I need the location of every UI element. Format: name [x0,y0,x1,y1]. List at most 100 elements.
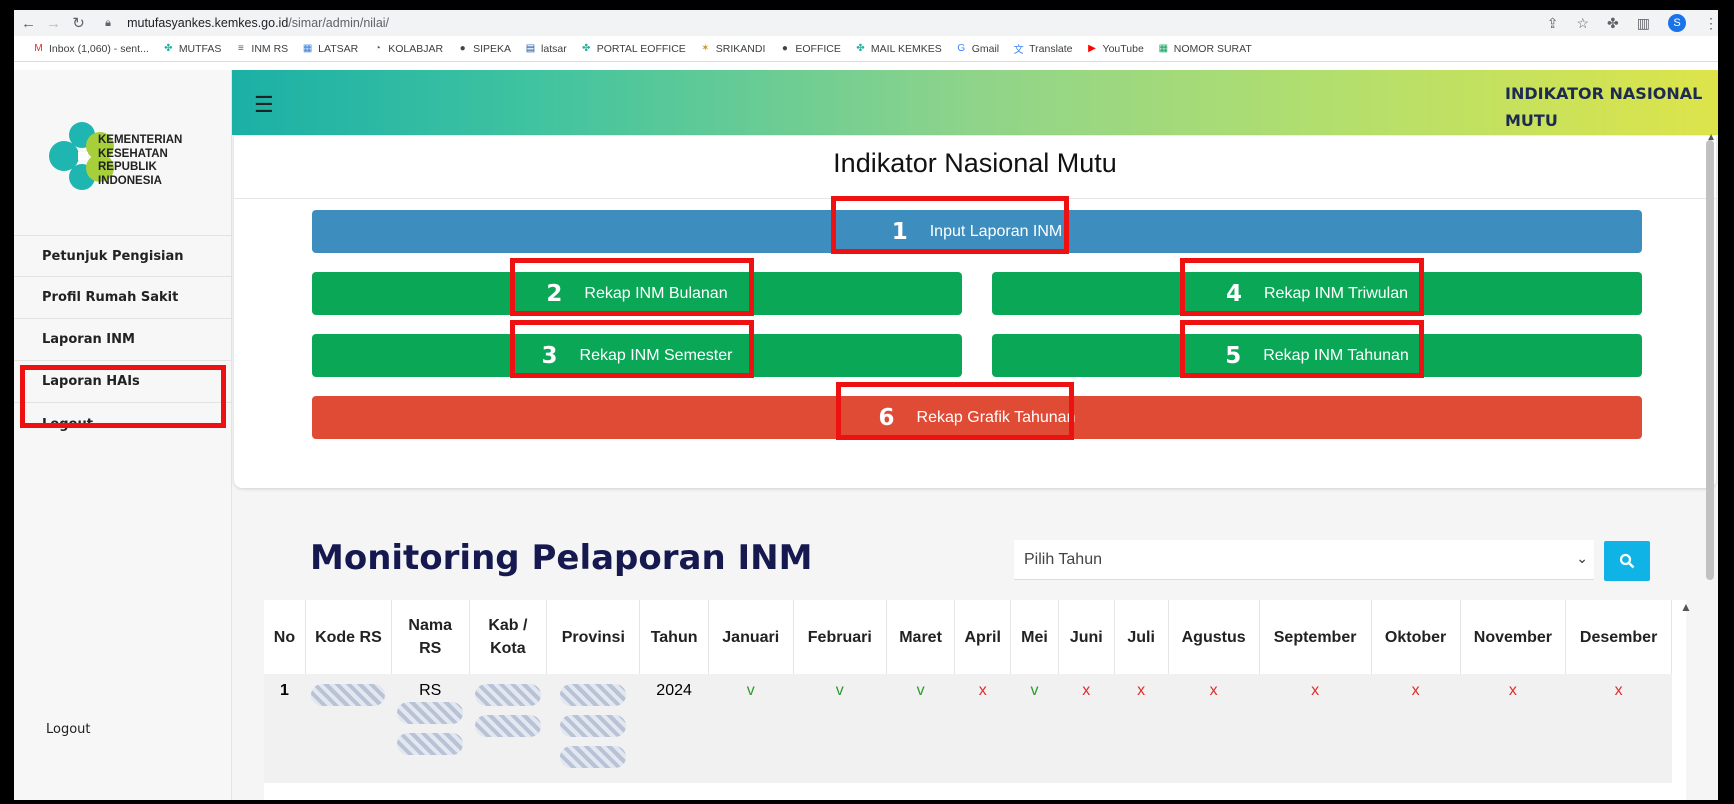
url-host: mutufasyankes.kemkes.go.id [127,16,289,30]
sidebar-item-petunjuk-pengisian[interactable]: Petunjuk Pengisian [14,235,232,277]
cell-no: 1 [264,674,306,783]
logo-line: KEMENTERIAN [98,134,183,146]
column-header: Tahun [639,600,709,674]
redacted-blur [311,684,386,706]
cell-provinsi [546,674,641,783]
monitoring-table: No Kode RS Nama RS Kab / Kota Provinsi Tahun J… [264,600,1672,783]
profile-avatar[interactable]: S [1667,14,1686,32]
bookmark-label: YouTube [1102,42,1144,55]
year-select[interactable]: Pilih Tahun ⌄ [1014,540,1594,580]
search-button[interactable] [1604,541,1650,581]
cell-kab-kota [469,674,548,783]
highlight-box [1180,258,1424,316]
kemkes-icon: ✤ [582,43,591,54]
bookmark-item[interactable]: G Gmail [955,42,999,55]
highlight-box [510,258,754,316]
bookmark-item[interactable]: ✤ MUTFAS [162,42,221,55]
bookmark-item[interactable]: ✤ PORTAL EOFFICE [580,42,686,55]
kemkes-icon: ✤ [164,43,173,54]
cell-kode-rs [305,674,392,783]
bookmark-item[interactable]: ▤ latsar [524,42,567,55]
header-title-line1: INDIKATOR NASIONAL [1505,84,1703,103]
cell-month-status: x [1371,674,1461,783]
bookmark-label: Inbox (1,060) - sent... [49,42,149,55]
cell-month-status: v [1010,674,1059,783]
column-header: Oktober [1371,600,1461,674]
cell-month-status: v [793,674,887,783]
url-path: /simar/admin/nilai/ [288,16,390,30]
logo-text: KEMENTERIAN KESEHATAN REPUBLIK INDONESIA [98,134,182,188]
bookmark-label: PORTAL EOFFICE [596,42,686,55]
kolabjar-icon: ◔ [374,43,381,54]
column-header: April [954,600,1012,674]
globe-icon: ● [459,43,466,54]
sidebar-item-profil-rumah-sakit[interactable]: Profil Rumah Sakit [14,277,232,319]
menu-kebab-icon[interactable]: ⋮ [1704,15,1718,32]
bookmark-item[interactable]: ≡ INM RS [234,42,288,55]
column-header: November [1460,600,1567,674]
column-header: No [264,600,306,674]
reload-icon[interactable]: ↻ [68,14,89,32]
browser-toolbar: ← → ↻ 🔒︎ mutufasyankes.kemkes.go.id/sima… [14,10,1718,36]
bookmark-label: SIPEKA [473,42,512,55]
table-scroll-up-icon[interactable]: ▲ [1680,600,1692,614]
logo-line: REPUBLIK [98,161,157,173]
google-icon: G [957,43,966,54]
bookmark-item[interactable]: ● EOFFICE [778,42,841,55]
bookmark-item[interactable]: ✤ MAIL KEMKES [854,42,942,55]
redacted-blur [397,702,464,724]
bookmark-item[interactable]: ▦ NOMOR SURAT [1157,42,1252,55]
app-container: ☰ INDIKATOR NASIONAL MUTU KEMENTERIAN KE… [14,70,1718,800]
globe-icon: ● [781,43,788,54]
sheet-icon: ▦ [1158,43,1169,54]
share-icon[interactable]: ⇪ [1547,15,1559,32]
inm-icon: ≡ [237,43,244,54]
extensions-icon[interactable]: ✤ [1607,15,1619,32]
gmail-icon: M [34,43,43,54]
highlight-box [510,320,754,378]
year-select-value: Pilih Tahun [1024,550,1102,568]
sidebar: KEMENTERIAN KESEHATAN REPUBLIK INDONESIA… [14,70,232,800]
header-title-line2: MUTU [1505,111,1558,130]
cell-month-status: x [1565,674,1672,783]
bookmark-item[interactable]: ▦ LATSAR [301,42,358,55]
address-bar[interactable]: 🔒︎ mutufasyankes.kemkes.go.id/simar/admi… [101,12,1531,34]
page-scrollbar[interactable] [1706,140,1714,580]
srikandi-icon: ✶ [701,43,710,54]
column-header: Nama RS [391,600,470,674]
bookmark-item[interactable]: ✶ SRIKANDI [699,42,765,55]
doc-icon: ▤ [525,43,536,54]
bookmark-item[interactable]: ▶ YouTube [1086,42,1144,55]
side-panel-icon[interactable]: ▥ [1637,15,1650,32]
redacted-blur [397,733,464,755]
back-icon[interactable]: ← [18,15,39,32]
highlight-box [1180,320,1424,378]
youtube-icon: ▶ [1088,43,1096,54]
column-header: Juni [1058,600,1115,674]
redacted-blur [560,746,627,768]
sidebar-item-laporan-inm[interactable]: Laporan INM [14,319,232,361]
bookmark-label: LATSAR [318,42,359,55]
table-header-row: No Kode RS Nama RS Kab / Kota Provinsi Tahun J… [264,600,1672,674]
bookmark-item[interactable]: 文 Translate [1012,42,1073,57]
monitoring-table-wrapper: No Kode RS Nama RS Kab / Kota Provinsi Tahun J… [264,600,1686,800]
bookmark-item[interactable]: ◔ KOLABJAR [371,42,443,55]
highlight-box [831,196,1069,254]
forward-icon[interactable]: → [43,15,64,32]
redacted-blur [560,715,627,737]
hamburger-menu-icon[interactable]: ☰ [254,92,274,118]
column-header: Provinsi [546,600,641,674]
bookmarks-bar: M Inbox (1,060) - sent... ✤ MUTFAS ≡ INM RS ▦ L… [14,36,1718,62]
bookmark-label: NOMOR SURAT [1173,42,1252,55]
star-icon[interactable]: ☆ [1576,15,1589,32]
cell-tahun: 2024 [639,674,709,783]
cell-month-status: x [1259,674,1372,783]
cell-month-status: x [1168,674,1260,783]
bookmark-item[interactable]: M Inbox (1,060) - sent... [32,42,149,55]
card-title: Indikator Nasional Mutu [833,148,1117,178]
column-header: Agustus [1168,600,1260,674]
bookmark-label: INM RS [251,42,289,55]
sidebar-bottom-logout[interactable]: Logout [46,722,91,737]
bookmark-item[interactable]: ● SIPEKA [456,42,511,55]
table-body: 1 RS 2024 v v v x v x x x x x x x [264,674,1672,783]
